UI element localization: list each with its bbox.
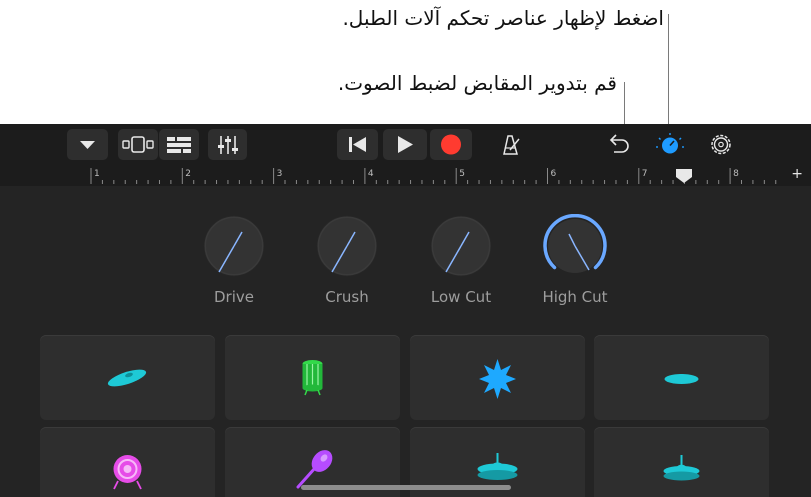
- knob-label: Crush: [325, 288, 369, 306]
- bar-number: 6: [551, 169, 557, 179]
- knob-icon: [656, 133, 684, 154]
- bar-number: 5: [459, 169, 465, 179]
- bar-number: 2: [185, 169, 191, 179]
- undo-icon: [609, 134, 629, 153]
- callout-turn-knobs: قم بتدوير المقابض لضبط الصوت.: [337, 71, 617, 95]
- callout-drum-controls: اضغط لإظهار عناصر تحكم آلات الطبل.: [342, 6, 664, 30]
- timeline-ruler[interactable]: 1 2 3 4 5 6 7 8 +: [0, 166, 811, 186]
- browser-menu-button[interactable]: [67, 129, 108, 160]
- triangle-down-icon: [80, 141, 95, 149]
- knob-dial: [203, 215, 265, 277]
- bar-number: 1: [94, 169, 100, 179]
- undo-button[interactable]: [598, 129, 638, 160]
- burst-icon: [479, 359, 516, 399]
- settings-button[interactable]: [701, 129, 741, 160]
- knob-label: Low Cut: [430, 288, 492, 306]
- record-button[interactable]: [430, 129, 472, 160]
- bar-number: 3: [277, 169, 283, 179]
- knob-drive[interactable]: Drive: [189, 214, 279, 314]
- control-bar: [0, 124, 811, 166]
- drum-pad-hihat-closed[interactable]: [594, 335, 769, 420]
- drum-pad-crash[interactable]: [40, 335, 215, 420]
- hihat-closed-icon: [664, 374, 699, 384]
- controls-button[interactable]: [650, 129, 690, 160]
- knob-crush[interactable]: Crush: [302, 214, 392, 314]
- ruler-ticks: 1 2 3 4 5 6 7 8: [90, 168, 777, 184]
- gear-icon: [711, 134, 731, 155]
- knob-dial: [316, 215, 378, 277]
- bar-number: 8: [733, 169, 739, 179]
- play-button[interactable]: [383, 129, 427, 160]
- knob-label: High Cut: [542, 288, 608, 306]
- crash-cymbal-icon: [107, 369, 147, 387]
- kick-drum-icon: [113, 455, 142, 490]
- playhead[interactable]: [676, 169, 692, 183]
- tracks-view-button[interactable]: [159, 129, 199, 160]
- mixer-icon: [218, 136, 238, 154]
- drum-pad-burst[interactable]: [410, 335, 585, 420]
- mixer-button[interactable]: [208, 129, 247, 160]
- play-icon: [398, 136, 413, 153]
- metronome-icon: [503, 135, 520, 155]
- hihat-icon: [663, 455, 700, 481]
- bar-number: 4: [368, 169, 374, 179]
- knob-dial: [430, 215, 492, 277]
- knob-label: Drive: [214, 288, 254, 306]
- tracks-icon: [167, 137, 191, 153]
- tom-drum-icon: [302, 360, 323, 396]
- metronome-button[interactable]: [490, 129, 530, 160]
- knob-dial: [543, 214, 607, 273]
- garageband-drum-kit: 1 2 3 4 5 6 7 8 + Drive Crush Low Cut High Cut: [0, 124, 811, 497]
- instrument-view-button[interactable]: [118, 129, 158, 160]
- drum-pad-hihat[interactable]: [594, 427, 769, 497]
- view-toggle-icon: [122, 136, 154, 153]
- knob-low-cut[interactable]: Low Cut: [416, 214, 506, 314]
- knob-high-cut[interactable]: High Cut: [530, 214, 620, 314]
- home-indicator[interactable]: [301, 485, 511, 490]
- drum-pad-tom[interactable]: [225, 335, 400, 420]
- drum-pad-kick[interactable]: [40, 427, 215, 497]
- add-section-button[interactable]: +: [791, 167, 803, 181]
- skip-back-icon: [349, 137, 366, 152]
- go-to-start-button[interactable]: [337, 129, 378, 160]
- bar-number: 7: [642, 169, 648, 179]
- callout-line-drum-controls: [668, 14, 669, 132]
- record-icon: [441, 134, 461, 155]
